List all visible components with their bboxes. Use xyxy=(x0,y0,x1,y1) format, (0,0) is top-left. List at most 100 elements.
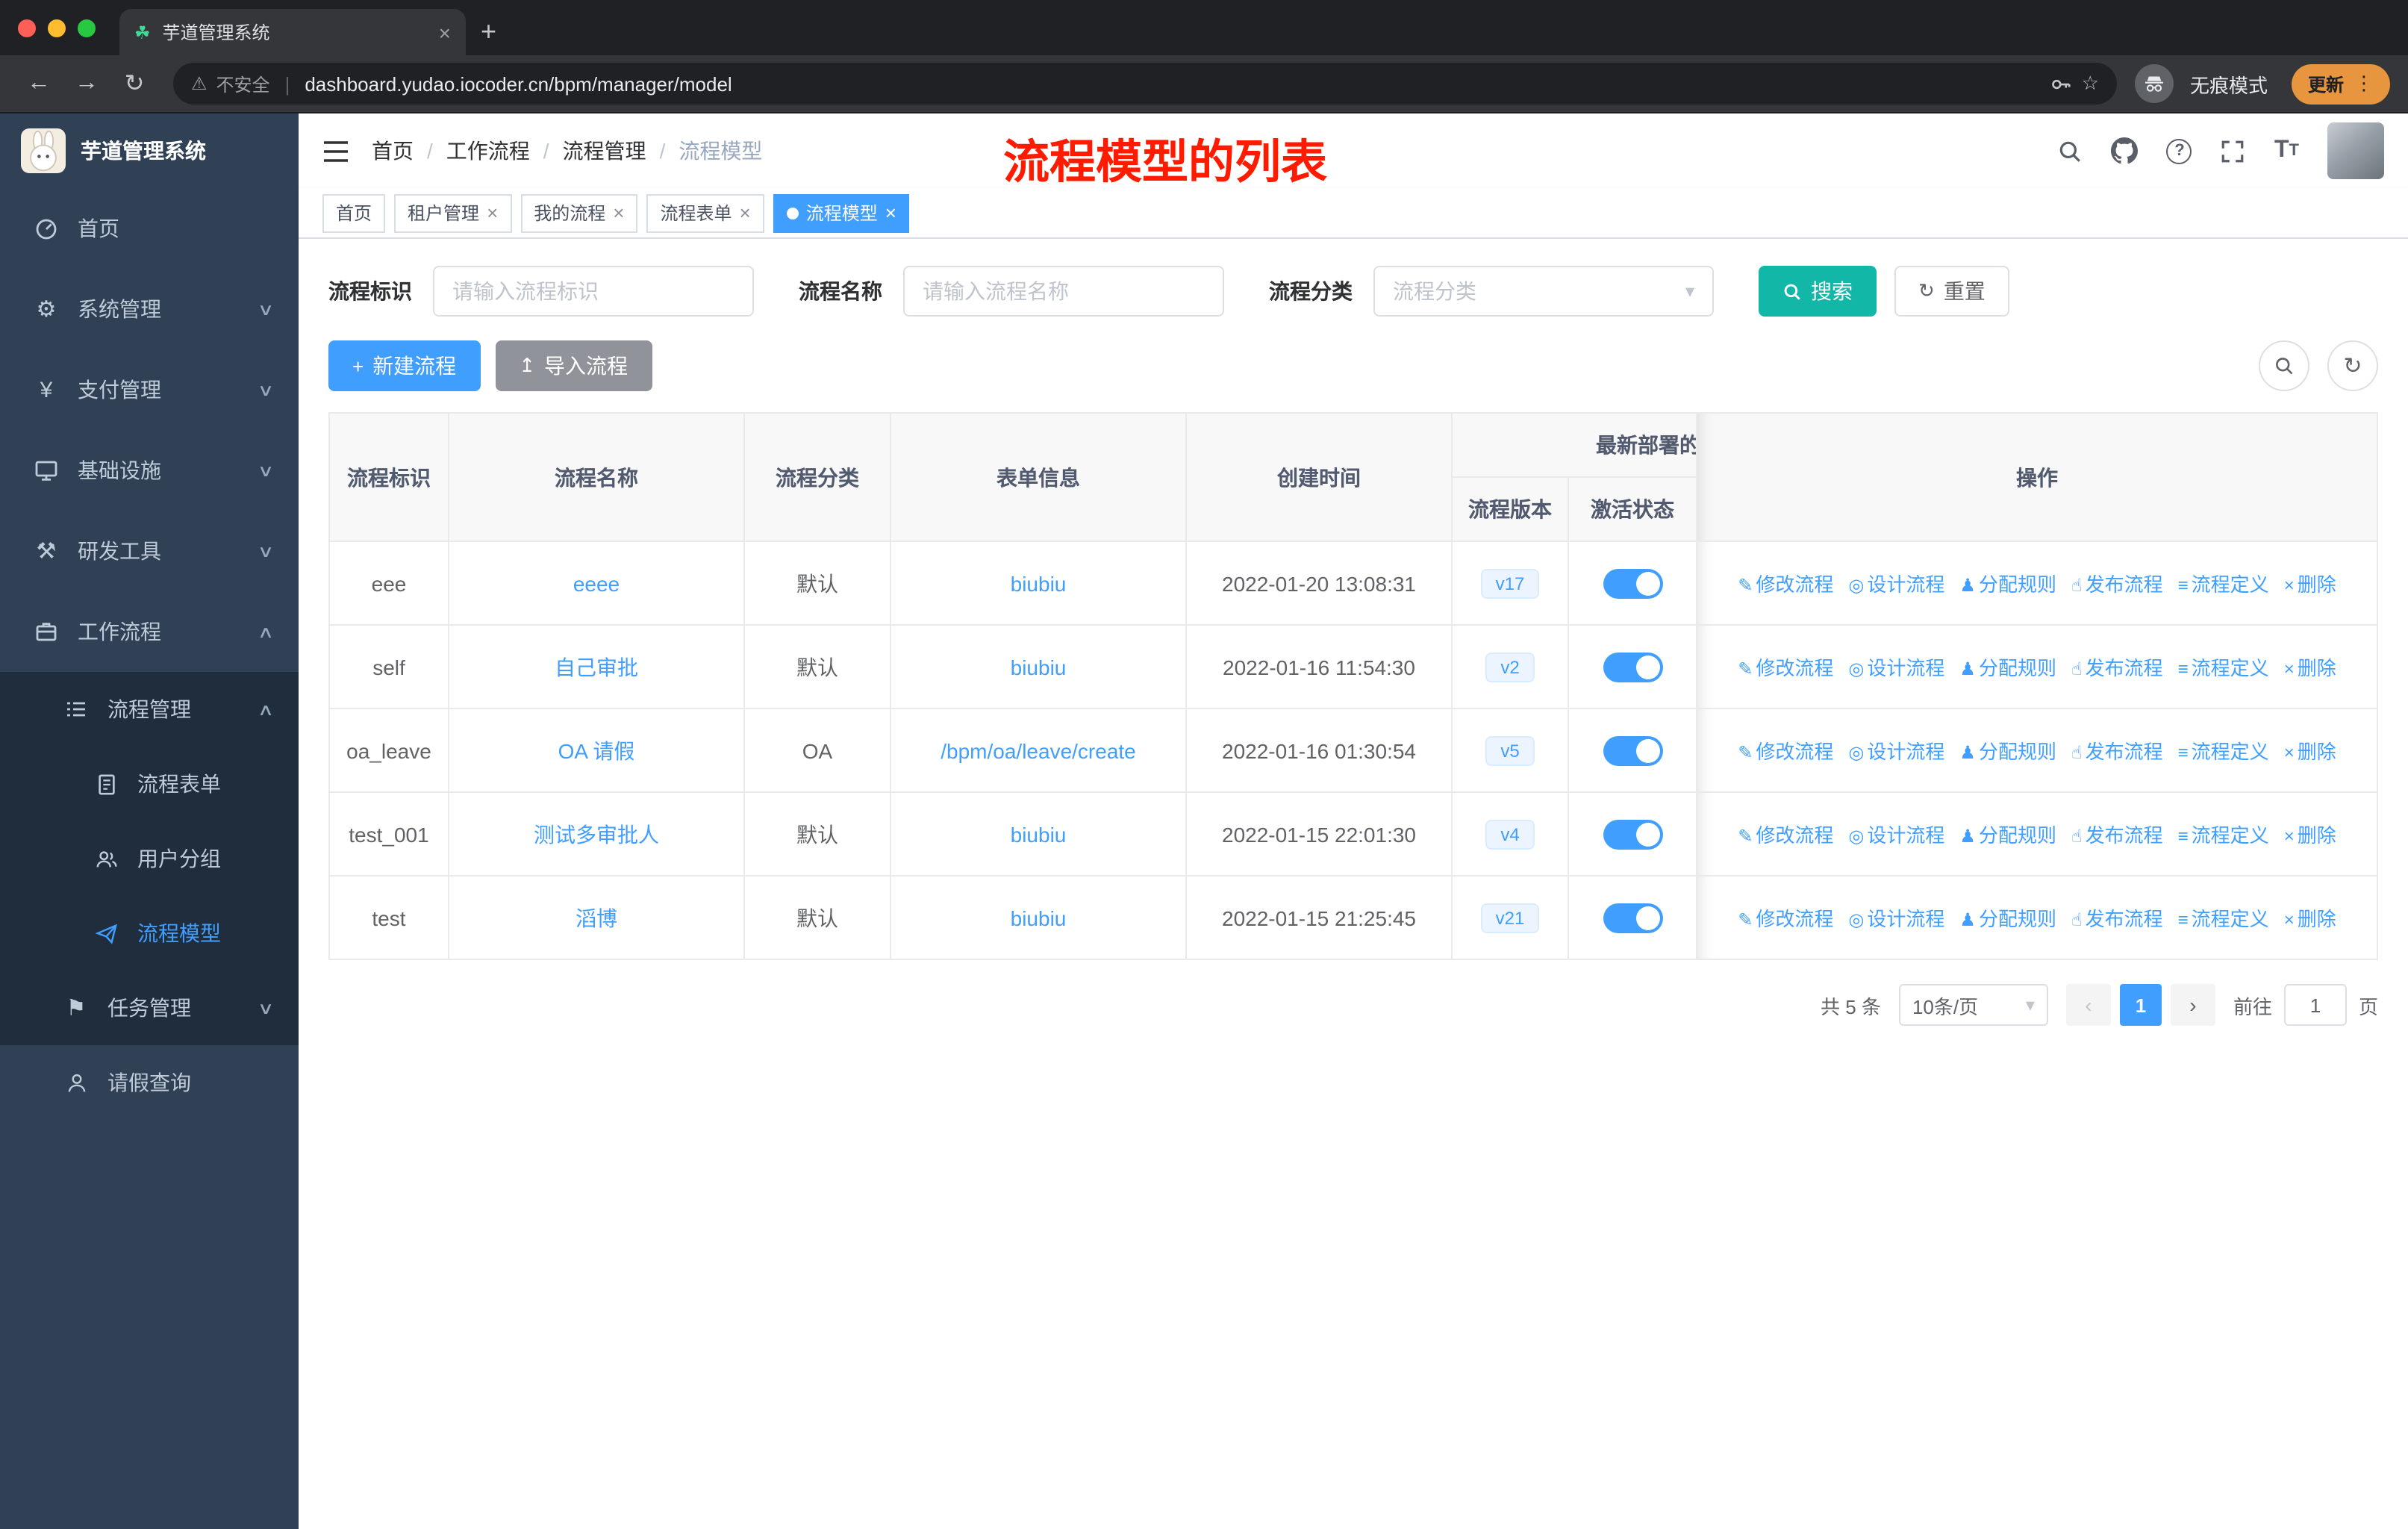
action-modify[interactable]: ✎ 修改流程 xyxy=(1738,573,1833,596)
version-badge[interactable]: v5 xyxy=(1485,735,1535,765)
new-tab-button[interactable]: + xyxy=(466,9,511,55)
active-toggle[interactable] xyxy=(1603,652,1662,682)
process-name-link[interactable]: 滔博 xyxy=(576,906,617,929)
tag-process-form[interactable]: 流程表单 × xyxy=(646,193,764,232)
refresh-table-button[interactable]: ↻ xyxy=(2327,340,2378,391)
tab-close-icon[interactable]: × xyxy=(439,20,451,44)
action-assign-rule[interactable]: ♟ 分配规则 xyxy=(1959,741,2056,763)
process-name-input[interactable] xyxy=(903,266,1224,317)
breadcrumb-workflow[interactable]: 工作流程 xyxy=(446,136,530,166)
tag-process-model[interactable]: 流程模型 × xyxy=(773,193,910,232)
action-publish[interactable]: ☝ 发布流程 xyxy=(2071,657,2163,679)
process-name-link[interactable]: OA 请假 xyxy=(558,738,635,762)
active-toggle[interactable] xyxy=(1603,903,1662,932)
window-minimize-button[interactable] xyxy=(48,19,66,37)
github-icon[interactable] xyxy=(2111,137,2139,164)
version-badge[interactable]: v17 xyxy=(1480,568,1540,598)
action-delete[interactable]: × 删除 xyxy=(2284,824,2336,847)
sidebar-item-user-group[interactable]: 用户分组 xyxy=(0,821,299,896)
font-size-icon[interactable]: TT xyxy=(2274,137,2299,164)
action-delete[interactable]: × 删除 xyxy=(2284,573,2336,596)
action-modify[interactable]: ✎ 修改流程 xyxy=(1738,908,1833,930)
close-icon[interactable]: × xyxy=(740,202,751,224)
user-avatar[interactable] xyxy=(2327,122,2384,179)
bookmark-star-icon[interactable]: ☆ xyxy=(2082,72,2099,96)
sidebar-item-workflow[interactable]: 工作流程 ∧ xyxy=(0,591,299,672)
sidebar-item-dev-tools[interactable]: ⚒ 研发工具 ∨ xyxy=(0,511,299,591)
sidebar-item-payment-mgmt[interactable]: ¥ 支付管理 ∨ xyxy=(0,349,299,430)
action-modify[interactable]: ✎ 修改流程 xyxy=(1738,824,1833,847)
fullscreen-icon[interactable] xyxy=(2221,138,2246,164)
action-design[interactable]: ◎ 设计流程 xyxy=(1848,824,1944,847)
close-icon[interactable]: × xyxy=(487,202,498,224)
menu-dots-icon[interactable]: ⋮ xyxy=(2354,72,2374,96)
action-publish[interactable]: ☝ 发布流程 xyxy=(2071,741,2163,763)
action-publish[interactable]: ☝ 发布流程 xyxy=(2071,573,2163,596)
tag-home[interactable]: 首页 xyxy=(322,193,386,232)
action-assign-rule[interactable]: ♟ 分配规则 xyxy=(1959,657,2056,679)
sidebar-item-process-form[interactable]: 流程表单 xyxy=(0,747,299,821)
window-close-button[interactable] xyxy=(18,19,36,37)
page-number-1[interactable]: 1 xyxy=(2119,984,2162,1026)
import-process-button[interactable]: ↥ 导入流程 xyxy=(495,340,652,391)
action-publish[interactable]: ☝ 发布流程 xyxy=(2071,908,2163,930)
url-text[interactable]: dashboard.yudao.iocoder.cn/bpm/manager/m… xyxy=(305,72,2041,95)
active-toggle[interactable] xyxy=(1603,735,1662,765)
toggle-search-button[interactable] xyxy=(2259,340,2309,391)
sidebar-item-infrastructure[interactable]: 基础设施 ∨ xyxy=(0,430,299,511)
action-definition[interactable]: ≡ 流程定义 xyxy=(2178,573,2269,596)
action-delete[interactable]: × 删除 xyxy=(2284,657,2336,679)
goto-page-input[interactable] xyxy=(2283,984,2347,1026)
form-info-link[interactable]: biubiu xyxy=(1011,906,1067,929)
search-icon[interactable] xyxy=(2058,138,2083,164)
browser-tab[interactable]: ☘ 芋道管理系统 × xyxy=(119,9,466,55)
page-size-select[interactable]: 10条/页 ▾ xyxy=(1898,984,2048,1026)
sidebar-collapse-icon[interactable] xyxy=(322,140,349,162)
action-definition[interactable]: ≡ 流程定义 xyxy=(2178,908,2269,930)
tag-tenant-mgmt[interactable]: 租户管理 × xyxy=(394,193,512,232)
version-badge[interactable]: v4 xyxy=(1485,819,1535,849)
action-assign-rule[interactable]: ♟ 分配规则 xyxy=(1959,908,2056,930)
sidebar-item-process-model[interactable]: 流程模型 xyxy=(0,896,299,971)
action-design[interactable]: ◎ 设计流程 xyxy=(1848,573,1944,596)
reset-button[interactable]: ↻ 重置 xyxy=(1894,266,2009,317)
action-modify[interactable]: ✎ 修改流程 xyxy=(1738,657,1833,679)
action-definition[interactable]: ≡ 流程定义 xyxy=(2178,657,2269,679)
sidebar-item-task-mgmt[interactable]: ⚑ 任务管理 ∨ xyxy=(0,971,299,1045)
sidebar-item-process-mgmt[interactable]: 流程管理 ∧ xyxy=(0,672,299,747)
action-delete[interactable]: × 删除 xyxy=(2284,908,2336,930)
breadcrumb-home[interactable]: 首页 xyxy=(372,136,414,166)
category-select[interactable]: 流程分类 ▾ xyxy=(1373,266,1714,317)
back-button[interactable]: ← xyxy=(18,63,60,105)
version-badge[interactable]: v2 xyxy=(1485,652,1535,682)
action-definition[interactable]: ≡ 流程定义 xyxy=(2178,741,2269,763)
process-name-link[interactable]: 测试多审批人 xyxy=(534,822,659,846)
sidebar-item-system-mgmt[interactable]: ⚙ 系统管理 ∨ xyxy=(0,269,299,349)
help-icon[interactable]: ? xyxy=(2166,138,2192,164)
action-assign-rule[interactable]: ♟ 分配规则 xyxy=(1959,573,2056,596)
reload-button[interactable]: ↻ xyxy=(113,63,155,105)
sidebar-item-home[interactable]: 首页 xyxy=(0,188,299,269)
action-design[interactable]: ◎ 设计流程 xyxy=(1848,741,1944,763)
action-design[interactable]: ◎ 设计流程 xyxy=(1848,908,1944,930)
process-name-link[interactable]: 自己审批 xyxy=(555,655,638,679)
breadcrumb-process-mgmt[interactable]: 流程管理 xyxy=(563,136,646,166)
window-zoom-button[interactable] xyxy=(78,19,96,37)
action-design[interactable]: ◎ 设计流程 xyxy=(1848,657,1944,679)
form-info-link[interactable]: /bpm/oa/leave/create xyxy=(941,738,1136,762)
prev-page-button[interactable]: ‹ xyxy=(2065,984,2111,1026)
action-definition[interactable]: ≡ 流程定义 xyxy=(2178,824,2269,847)
action-modify[interactable]: ✎ 修改流程 xyxy=(1738,741,1833,763)
action-publish[interactable]: ☝ 发布流程 xyxy=(2071,824,2163,847)
create-process-button[interactable]: + 新建流程 xyxy=(328,340,481,391)
form-info-link[interactable]: biubiu xyxy=(1011,822,1067,846)
forward-button[interactable]: → xyxy=(66,63,107,105)
form-info-link[interactable]: biubiu xyxy=(1011,655,1067,679)
sidebar-item-leave-query[interactable]: 请假查询 xyxy=(0,1045,299,1120)
security-label[interactable]: 不安全 xyxy=(216,71,270,96)
active-toggle[interactable] xyxy=(1603,568,1662,598)
address-bar[interactable]: ⚠ 不安全 | dashboard.yudao.iocoder.cn/bpm/m… xyxy=(173,63,2117,105)
process-key-input[interactable] xyxy=(433,266,754,317)
close-icon[interactable]: × xyxy=(885,202,896,224)
update-button[interactable]: 更新 ⋮ xyxy=(2291,63,2390,104)
